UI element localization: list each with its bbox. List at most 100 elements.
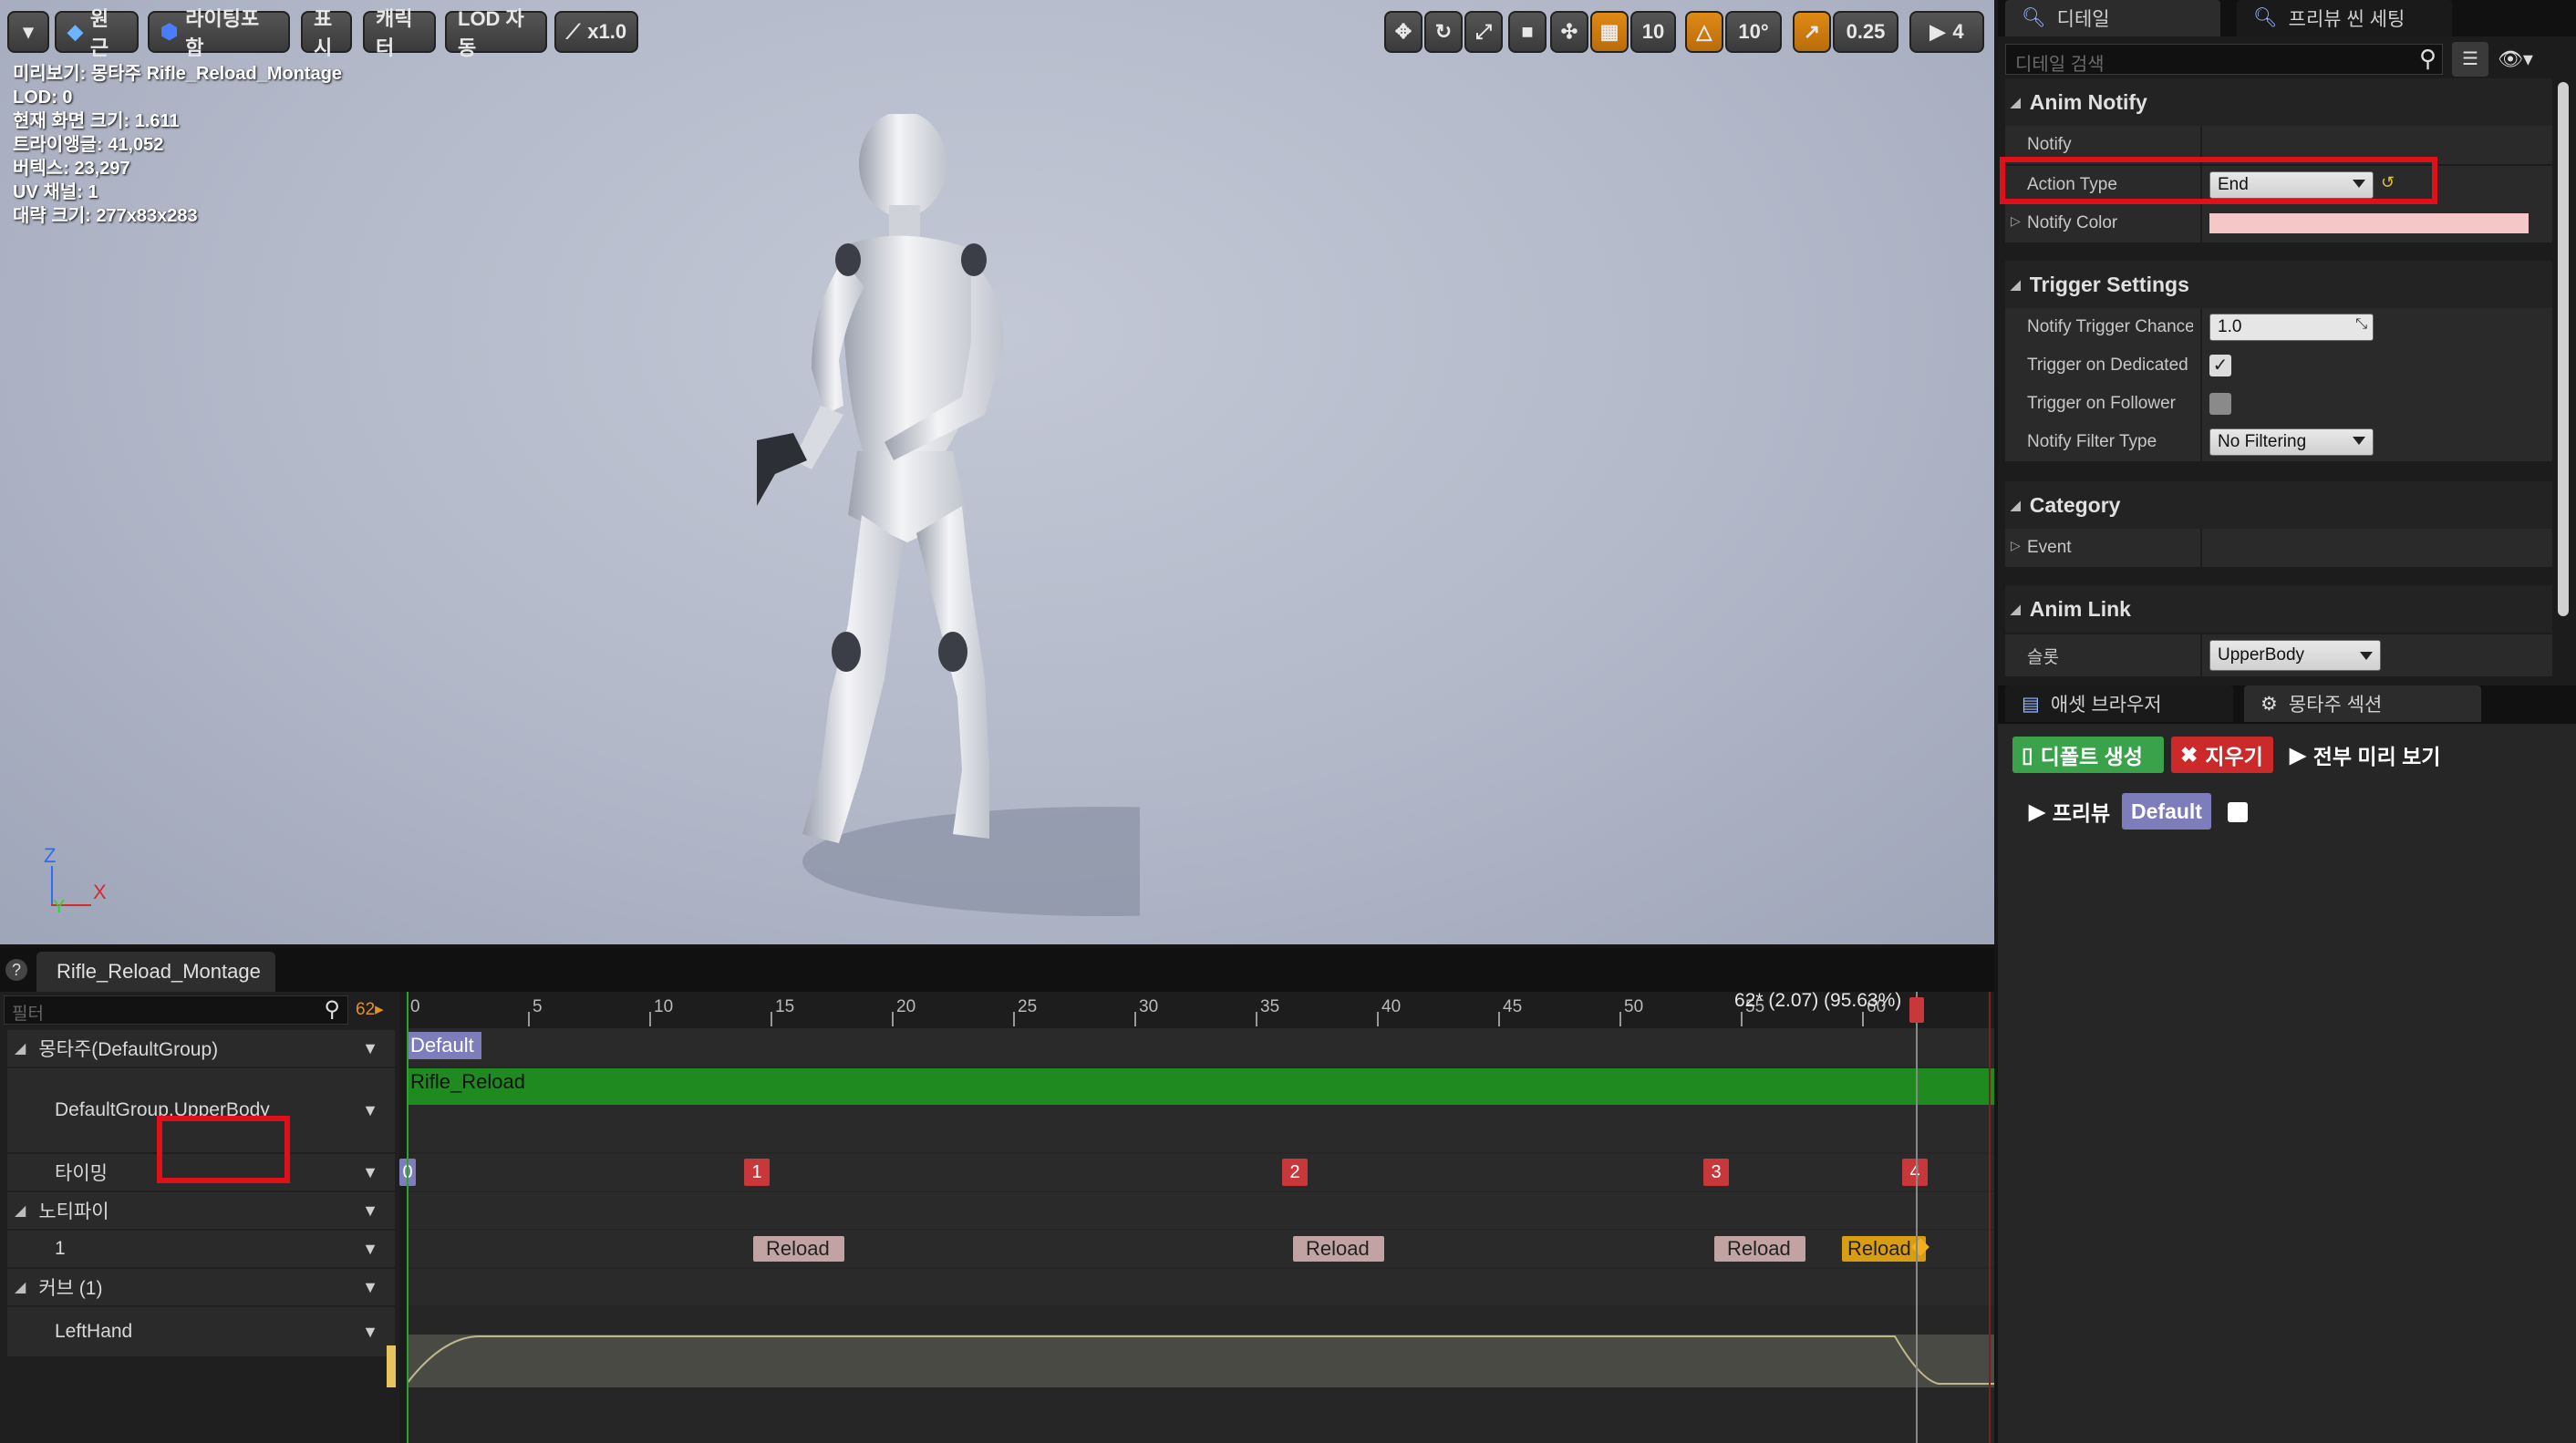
timing-marker-1[interactable]: 1 <box>744 1159 770 1186</box>
playback-speed-button[interactable]: ⟋ x1.0 <box>554 11 638 53</box>
section-default-button[interactable]: Default <box>2122 793 2211 830</box>
filter-input[interactable]: 필터 ⚲ <box>4 995 348 1025</box>
slot-dropdown[interactable]: UpperBody <box>2209 640 2381 671</box>
rotate-snap-value[interactable]: 10° <box>1725 11 1782 53</box>
track-notify-1[interactable]: 1 ▼ <box>7 1231 395 1267</box>
character-button[interactable]: 캐릭터 <box>363 7 436 59</box>
section-default[interactable]: Default <box>407 1032 481 1059</box>
playhead-handle[interactable] <box>1909 997 1924 1023</box>
help-icon[interactable]: ? <box>5 959 27 981</box>
lighting-button[interactable]: ⬢ 라이팅포함 <box>148 7 290 59</box>
scale-snap-label: 0.25 <box>1846 20 1886 43</box>
track-dropdown-icon[interactable]: ▼ <box>362 1101 378 1120</box>
track-dropdown-icon[interactable]: ▼ <box>362 1278 378 1297</box>
details-panel: 🔍︎ 디테일 🔍︎ 프리뷰 씬 세팅 디테일 검색 ⚲ ☰ 👁︎▾ ◢ Anim… <box>1998 0 2576 1443</box>
scale-snap-toggle[interactable]: ↗ <box>1793 11 1831 53</box>
trigger-dedicated-checkbox[interactable]: ✓ <box>2209 355 2231 376</box>
viewport-menu-button[interactable]: ▾ <box>7 11 49 53</box>
clear-button[interactable]: ✖ 지우기 <box>2171 737 2273 773</box>
preview-all-button[interactable]: ▶ 전부 미리 보기 <box>2281 737 2463 773</box>
details-search-input[interactable]: 디테일 검색 ⚲ <box>2005 44 2443 75</box>
track-curve-lefthand[interactable]: LeftHand ▼ <box>7 1307 395 1356</box>
notify-color-swatch[interactable] <box>2209 213 2529 233</box>
tab-preview-scene-settings[interactable]: 🔍︎ 프리뷰 씬 세팅 <box>2237 0 2452 36</box>
notify-reload-3[interactable]: Reload <box>1714 1236 1805 1262</box>
category-anim-link[interactable]: ◢ Anim Link <box>2005 585 2552 633</box>
category-category-label: Category <box>2029 492 2121 517</box>
notify-reload-1[interactable]: Reload <box>753 1236 844 1262</box>
visibility-eye-icon[interactable]: 👁︎▾ <box>2498 42 2552 77</box>
prop-trigger-chance-label: Notify Trigger Chance <box>2027 317 2193 336</box>
scale-mode-button[interactable]: ⤢ <box>1464 11 1503 53</box>
trigger-chance-spinbox[interactable]: 1.0 ⤡ <box>2209 314 2374 341</box>
track-curves[interactable]: ◢ 커브 (1) ▼ <box>7 1269 395 1305</box>
tab-asset-browser[interactable]: ▤ 애셋 브라우저 <box>2005 685 2233 722</box>
tab-rifle-reload-montage[interactable]: Rifle_Reload_Montage <box>36 952 275 992</box>
track-dropdown-icon[interactable]: ▼ <box>362 1323 378 1342</box>
clear-label: 지우기 <box>2205 745 2263 768</box>
viewport[interactable]: ▾ ◆ 원근 ⬢ 라이팅포함 표시 캐릭터 LOD 자동 ⟋ x1.0 ✥ ↻ … <box>0 0 1998 944</box>
trigger-follower-checkbox[interactable] <box>2209 393 2231 415</box>
prop-slot: 슬롯 UpperBody <box>2005 634 2552 676</box>
track-area[interactable]: 0 5 10 15 20 25 30 35 40 45 50 55 60 62*… <box>399 990 1994 1443</box>
preview-button[interactable]: ▶ 프리뷰 <box>2020 793 2120 830</box>
timing-marker-3[interactable]: 3 <box>1703 1159 1729 1186</box>
mannequin-character[interactable] <box>757 114 1140 944</box>
category-category[interactable]: ◢ Category <box>2005 481 2552 529</box>
search-icon: ⚲ <box>324 997 340 1022</box>
chevron-down-icon: ▾ <box>23 20 34 43</box>
timing-marker-4[interactable]: 4 <box>1902 1159 1928 1186</box>
category-anim-notify[interactable]: ◢ Anim Notify <box>2005 78 2552 126</box>
scale-snap-value[interactable]: 0.25 <box>1833 11 1898 53</box>
grid-snap-toggle[interactable]: ▦ <box>1590 11 1629 53</box>
show-label: 표시 <box>314 7 333 59</box>
track-dropdown-icon[interactable]: ▼ <box>362 1039 378 1058</box>
section-loop-checkbox[interactable] <box>2228 802 2248 822</box>
track-curves-label: 커브 (1) <box>38 1278 103 1299</box>
expand-triangle-icon: ◢ <box>2011 94 2021 109</box>
track-dropdown-icon[interactable]: ▼ <box>362 1240 378 1259</box>
curve-track-lefthand[interactable] <box>407 1335 1994 1387</box>
expand-triangle-icon: ◢ <box>2011 601 2021 616</box>
create-default-button[interactable]: ▯ 디폴트 생성 <box>2012 737 2164 773</box>
details-scrollbar[interactable] <box>2558 82 2569 616</box>
surface-snap-button[interactable]: ✣ <box>1550 11 1588 53</box>
segment-rifle-reload[interactable]: Rifle_Reload <box>407 1068 1994 1105</box>
track-montage[interactable]: ◢ 몽타주(DefaultGroup) ▼ <box>7 1030 395 1067</box>
speed-label: x1.0 <box>587 20 627 43</box>
translate-mode-button[interactable]: ✥ <box>1384 11 1422 53</box>
time-ruler[interactable]: 0 5 10 15 20 25 30 35 40 45 50 55 60 62*… <box>407 990 1994 1028</box>
collapsed-triangle-icon[interactable]: ▷ <box>2011 213 2021 229</box>
lod-label: LOD 자동 <box>458 7 524 59</box>
track-dropdown-icon[interactable]: ▼ <box>362 1163 378 1182</box>
world-local-button[interactable]: ■ <box>1508 11 1547 53</box>
prop-event: ▷ Event <box>2005 529 2552 567</box>
timing-marker-2[interactable]: 2 <box>1282 1159 1308 1186</box>
tab-details[interactable]: 🔍︎ 디테일 <box>2005 0 2220 36</box>
filter-type-value: No Filtering <box>2218 432 2307 451</box>
sections-tab-bar: ▤ 애셋 브라우저 ⚙ 몽타주 섹션 <box>1998 685 2576 724</box>
track-curve-lefthand-label: LeftHand <box>55 1321 133 1342</box>
rotate-mode-button[interactable]: ↻ <box>1424 11 1463 53</box>
rotate-snap-toggle[interactable]: △ <box>1685 11 1723 53</box>
lod-button[interactable]: LOD 자동 <box>445 7 547 59</box>
grid-snap-label: 10 <box>1641 20 1665 43</box>
prop-filter-type: Notify Filter Type No Filtering <box>2005 423 2552 461</box>
grid-snap-value[interactable]: 10 <box>1630 11 1676 53</box>
start-line <box>407 992 409 1443</box>
perspective-button[interactable]: ◆ 원근 <box>55 7 139 59</box>
category-trigger-settings[interactable]: ◢ Trigger Settings <box>2005 261 2552 308</box>
show-button[interactable]: 표시 <box>301 7 352 59</box>
track-notifies[interactable]: ◢ 노티파이 ▼ <box>7 1192 395 1229</box>
filter-type-dropdown[interactable]: No Filtering <box>2209 428 2374 456</box>
collapsed-triangle-icon[interactable]: ▷ <box>2011 538 2021 553</box>
list-view-icon[interactable]: ☰ <box>2452 42 2488 77</box>
camera-speed-button[interactable]: ▶ 4 <box>1909 11 1984 53</box>
notify-reload-2[interactable]: Reload <box>1293 1236 1384 1262</box>
track-dropdown-icon[interactable]: ▼ <box>362 1201 378 1221</box>
expand-triangle-icon: ◢ <box>2011 497 2021 512</box>
expand-triangle-icon: ◢ <box>15 1203 26 1219</box>
current-frame-readout: 62* (2.07) (95.63%) <box>1734 990 1902 1011</box>
prop-trigger-dedicated: Trigger on Dedicated ✓ <box>2005 346 2552 385</box>
tab-montage-sections[interactable]: ⚙ 몽타주 섹션 <box>2244 685 2481 722</box>
